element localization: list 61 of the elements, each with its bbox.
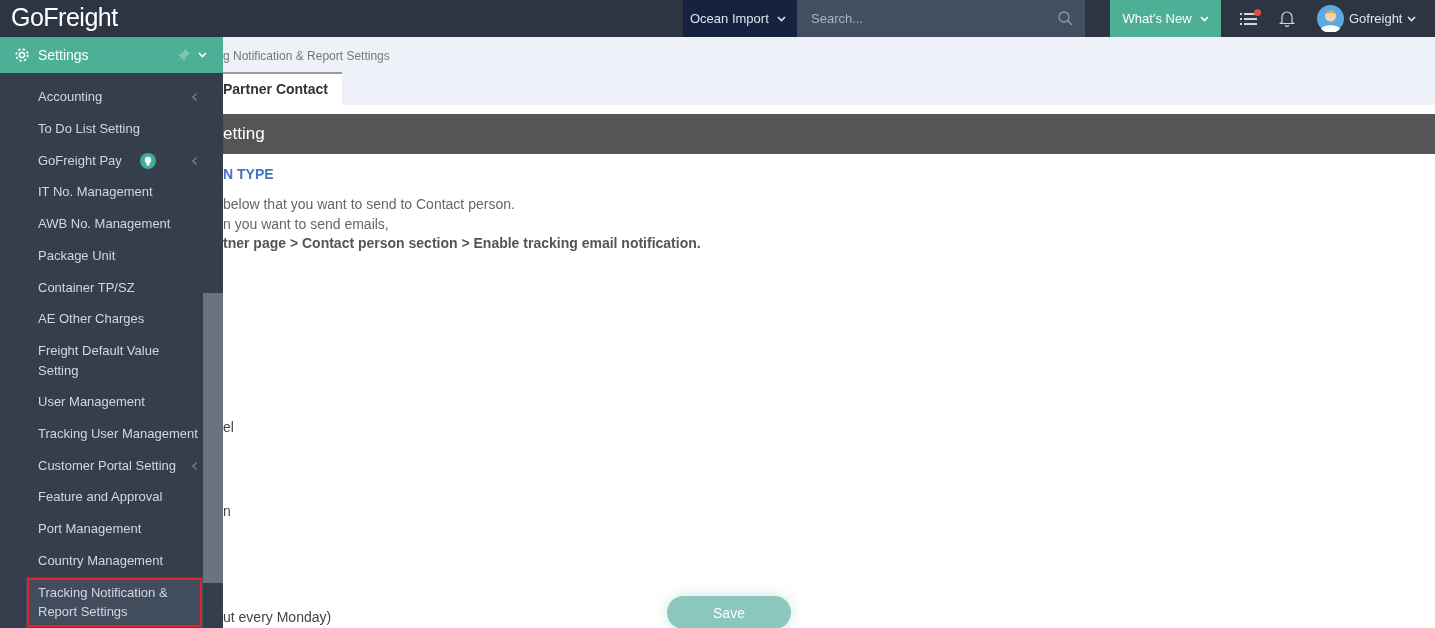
sidebar-item[interactable]: To Do List Setting xyxy=(0,113,203,145)
sidebar-item[interactable]: Port Management xyxy=(0,513,203,545)
search-icon xyxy=(1058,11,1073,26)
tab[interactable]: Partner Contact xyxy=(223,72,343,105)
sidebar-item[interactable]: Tracking Notification & Report Settings xyxy=(26,576,203,628)
sidebar-item[interactable]: User Management xyxy=(0,386,203,419)
avatar-icon xyxy=(1317,5,1344,32)
scrollbar-thumb[interactable] xyxy=(203,293,223,584)
sidebar-item-label: Accounting xyxy=(38,88,103,107)
sidebar-item[interactable]: IT No. Management xyxy=(0,176,203,209)
sidebar-item-label: Freight Default Value Setting xyxy=(38,341,161,380)
sidebar-item-label: Tracking User Management xyxy=(38,425,198,444)
settings-icon xyxy=(14,47,30,64)
sidebar-item-label: GoFreight Pay xyxy=(38,151,122,170)
user-menu[interactable]: Gofreight xyxy=(1317,5,1417,32)
module-dropdown[interactable]: Ocean Import xyxy=(683,0,797,37)
chevron-down-icon xyxy=(198,52,207,59)
chevron-left-icon xyxy=(191,461,198,471)
sidebar-item-label: AWB No. Management xyxy=(38,215,171,234)
sidebar-item-label: User Management xyxy=(38,393,145,412)
option-label: el xyxy=(223,418,234,435)
sidebar-item[interactable]: Tracking User Management xyxy=(0,418,203,450)
sidebar-item[interactable]: AE Other Charges xyxy=(0,303,203,335)
sidebar-item[interactable]: Accounting xyxy=(0,81,203,114)
option-label: n xyxy=(223,502,231,519)
caret-icon xyxy=(1199,15,1209,22)
sidebar-item-label: IT No. Management xyxy=(38,183,153,202)
bell-icon[interactable] xyxy=(1279,10,1295,27)
sidebar-item[interactable]: GoFreight Pay xyxy=(0,144,203,177)
instruction-text: below that you want to send to Contact person. xyxy=(223,195,516,214)
instruction-text: tner page > Contact person section > Enable tracking email notification. xyxy=(223,234,702,253)
section-subheading: N TYPE xyxy=(223,166,275,182)
sidebar-item[interactable]: Customer Portal Setting xyxy=(0,449,203,482)
logo: GoFreight xyxy=(10,2,119,33)
chevron-left-icon xyxy=(191,92,198,102)
sidebar-item[interactable]: Package Unit xyxy=(0,239,203,272)
chevron-left-icon xyxy=(191,156,198,166)
breadcrumb: g Notification & Report Settings xyxy=(223,48,391,63)
search-bar[interactable]: Search... xyxy=(797,0,1085,37)
sidebar-item[interactable]: AWB No. Management xyxy=(0,208,203,240)
option-label: ut every Monday) xyxy=(223,608,332,625)
sidebar-item-label: Package Unit xyxy=(38,246,116,265)
sidebar-item-label: Customer Portal Setting xyxy=(38,456,176,475)
sidebar-item[interactable]: Container TP/SZ xyxy=(0,271,203,304)
sidebar-item[interactable]: Freight Default Value Setting xyxy=(0,334,203,387)
sidebar-item-label: To Do List Setting xyxy=(38,120,140,139)
sidebar-item-label: AE Other Charges xyxy=(38,310,145,329)
search-field[interactable]: Search... xyxy=(809,10,1058,27)
section-header: etting xyxy=(223,114,1435,154)
settings-title: Settings xyxy=(38,47,89,64)
caret-icon xyxy=(1407,15,1417,22)
sidebar-item-label: Container TP/SZ xyxy=(38,278,135,297)
sidebar-item-label: Country Management xyxy=(38,551,163,570)
sidebar-item-label: Port Management xyxy=(38,520,142,539)
sidebar-item[interactable]: Feature and Approval xyxy=(0,481,203,514)
sidebar-item[interactable]: Country Management xyxy=(0,544,203,577)
sidebar-item-label: Tracking Notification & Report Settings xyxy=(38,583,169,622)
lightbulb-icon xyxy=(139,152,156,169)
caret-icon xyxy=(776,15,786,22)
instruction-text: n you want to send emails, xyxy=(223,214,390,234)
sidebar-item-label: Feature and Approval xyxy=(38,488,163,507)
